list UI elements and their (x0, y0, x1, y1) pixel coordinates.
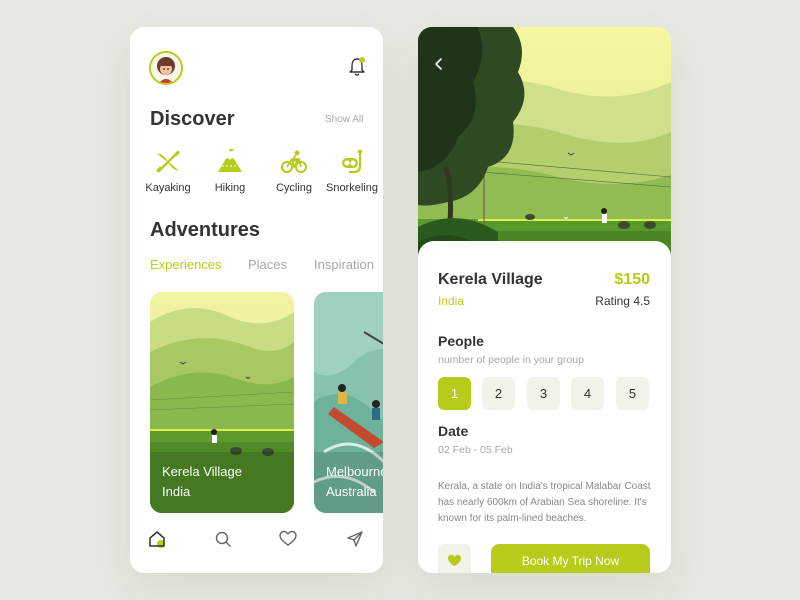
adventure-card-melbourne[interactable]: Melbourne Australia (314, 292, 383, 513)
adventure-card-kerela[interactable]: Kerela Village India (150, 292, 294, 513)
category-label: Hiking (214, 182, 246, 194)
discover-heading: Discover (150, 108, 235, 130)
tab-inspiration[interactable]: Inspiration (314, 257, 374, 272)
detail-screen: Kerela Village $150 India Rating 4.5 Peo… (418, 27, 671, 573)
place-title: Kerela Village (438, 271, 543, 288)
favorite-button[interactable] (438, 544, 471, 573)
heart-icon (448, 554, 461, 567)
notification-dot (359, 57, 365, 63)
category-hiking[interactable]: Hiking (200, 148, 260, 194)
people-option-5[interactable]: 5 (616, 377, 649, 410)
book-trip-button[interactable]: Book My Trip Now (491, 544, 650, 573)
place-description: Kerala, a state on India's tropical Mala… (438, 481, 651, 524)
people-option-2[interactable]: 2 (482, 377, 515, 410)
date-range[interactable]: 02 Feb - 05 Feb (438, 444, 513, 456)
category-label: Cycling (275, 182, 313, 194)
category-label: Kayaking (145, 182, 191, 194)
bicycle-icon (281, 150, 307, 173)
rating-label: Rating 4.5 (595, 294, 650, 308)
people-heading: People (438, 333, 484, 349)
category-snorkeling[interactable]: Snorkeling (321, 148, 383, 194)
tab-places[interactable]: Places (248, 257, 287, 272)
home-icon[interactable] (148, 530, 166, 548)
snorkel-icon (342, 150, 362, 174)
country-label: India (438, 294, 465, 308)
card-subtitle: Australia (326, 484, 377, 499)
people-option-1[interactable]: 1 (438, 377, 471, 410)
category-cycling[interactable]: Cycling (264, 148, 324, 194)
card-subtitle: India (162, 484, 191, 499)
card-title: Melbourne (326, 464, 383, 479)
people-option-3[interactable]: 3 (527, 377, 560, 410)
tab-experiences[interactable]: Experiences (150, 257, 222, 272)
adventures-heading: Adventures (150, 219, 261, 241)
kayak-icon (156, 150, 180, 173)
heart-icon[interactable] (279, 530, 297, 548)
discover-screen: Discover Show All Kayaking Hiking Cyclin… (130, 27, 383, 573)
card-title: Kerela Village (162, 464, 242, 479)
landscape-illustration (150, 292, 294, 513)
people-option-4[interactable]: 4 (571, 377, 604, 410)
mountain-icon (218, 148, 242, 172)
river-illustration (314, 292, 383, 513)
category-label: Snorkeling (326, 182, 378, 194)
date-heading: Date (438, 423, 469, 439)
send-icon[interactable] (346, 530, 364, 548)
people-subtitle: number of people in your group (438, 354, 584, 366)
back-arrow-icon[interactable] (433, 57, 445, 71)
price-label: $150 (614, 271, 650, 288)
search-icon[interactable] (214, 530, 232, 548)
category-kayaking[interactable]: Kayaking (138, 148, 198, 194)
detail-sheet: Kerela Village $150 India Rating 4.5 Peo… (418, 241, 671, 573)
show-all-link[interactable]: Show All (325, 114, 363, 125)
user-avatar[interactable] (149, 51, 183, 85)
